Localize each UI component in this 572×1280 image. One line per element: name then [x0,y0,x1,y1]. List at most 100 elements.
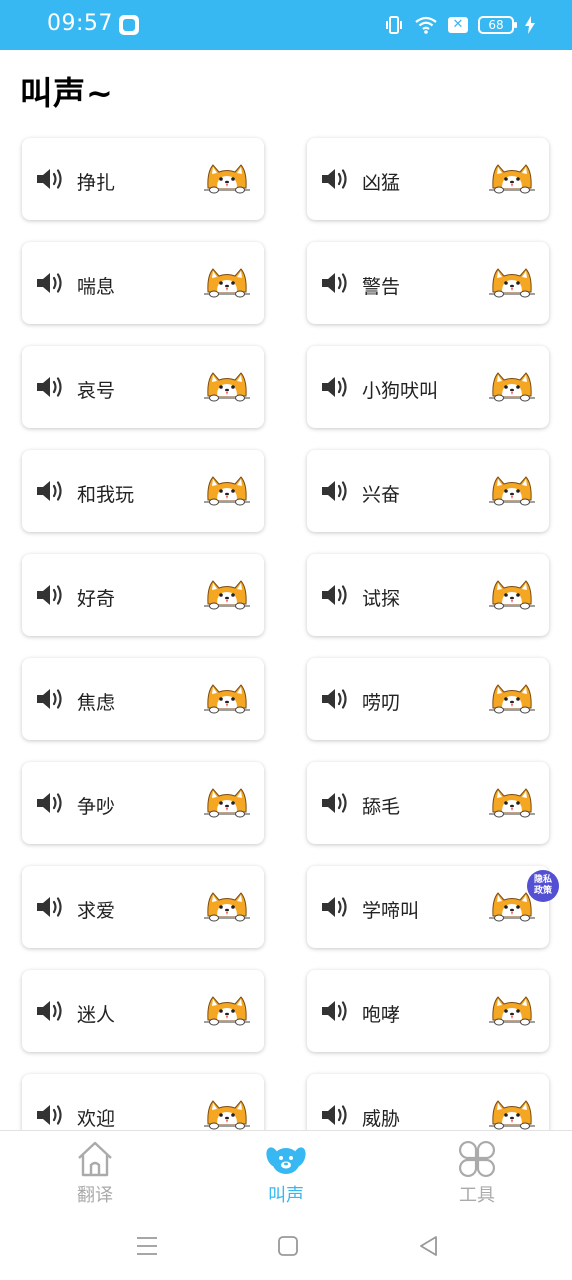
charging-icon [525,16,535,34]
badge-line1: 隐私 [533,875,552,885]
house-icon [78,1141,112,1177]
sound-card[interactable]: 威胁 [307,1074,549,1130]
privacy-policy-badge[interactable]: 隐私 政策 [527,870,559,902]
sound-label: 警告 [362,276,401,298]
puppy-icon [203,578,251,614]
sound-label: 焦虑 [77,692,116,714]
recents-menu-icon[interactable] [135,1234,159,1258]
puppy-icon [203,994,251,1030]
sound-label: 好奇 [77,588,116,610]
puppy-icon [488,370,536,406]
sound-card[interactable]: 兴奋 [307,450,549,532]
vibrate-icon [386,16,402,34]
sim-off-icon: ✕ [448,17,468,33]
back-button-icon[interactable] [417,1234,441,1258]
page-title: 叫声~ [20,74,114,112]
nav-tools[interactable]: 工具 [382,1131,572,1211]
sound-label: 威胁 [362,1108,401,1130]
status-icons: ✕ 68 [384,12,536,38]
sound-card[interactable]: 舔毛 [307,762,549,844]
sound-card[interactable]: 欢迎 [22,1074,264,1130]
battery-icon: 68 [478,16,517,34]
sound-card[interactable]: 好奇 [22,554,264,636]
sound-card[interactable]: 学啼叫 [307,866,549,948]
puppy-icon [488,786,536,822]
speaker-icon[interactable] [320,791,350,815]
speaker-icon[interactable] [35,687,65,711]
sound-label: 舔毛 [362,796,401,818]
sound-card[interactable]: 警告 [307,242,549,324]
sound-label: 迷人 [77,1004,116,1026]
speaker-icon[interactable] [320,999,350,1023]
speaker-icon[interactable] [320,895,350,919]
puppy-icon [203,162,251,198]
sound-label: 争吵 [77,796,116,818]
sound-label: 学啼叫 [362,900,420,922]
nav-bark-label: 叫声 [268,1185,304,1206]
sound-label: 求爱 [77,900,116,922]
speaker-icon[interactable] [35,375,65,399]
nav-translate[interactable]: 翻译 [0,1131,190,1211]
speaker-icon[interactable] [35,479,65,503]
speaker-icon[interactable] [35,791,65,815]
sound-card[interactable]: 小狗吠叫 [307,346,549,428]
speaker-icon[interactable] [35,1103,65,1127]
puppy-icon [488,162,536,198]
puppy-icon [203,890,251,926]
speaker-icon[interactable] [320,375,350,399]
sound-card[interactable]: 唠叨 [307,658,549,740]
dog-icon [266,1147,306,1174]
puppy-icon [488,682,536,718]
speaker-icon[interactable] [35,999,65,1023]
sound-label: 挣扎 [77,172,116,194]
sound-card[interactable]: 哀号 [22,346,264,428]
puppy-icon [488,474,536,510]
sound-label: 试探 [362,588,401,610]
sound-label: 凶猛 [362,172,401,194]
sound-card[interactable]: 咆哮 [307,970,549,1052]
app-notification-icon [119,15,139,35]
clover-icon [458,1140,496,1178]
speaker-icon[interactable] [320,687,350,711]
sound-label: 咆哮 [362,1004,401,1026]
sound-card[interactable]: 试探 [307,554,549,636]
puppy-icon [488,994,536,1030]
sound-card[interactable]: 凶猛 [307,138,549,220]
speaker-icon[interactable] [35,583,65,607]
sound-label: 欢迎 [77,1108,116,1130]
sound-label: 哀号 [77,380,116,402]
nav-bark[interactable]: 叫声 [191,1131,381,1211]
puppy-icon [203,474,251,510]
sound-card[interactable]: 喘息 [22,242,264,324]
speaker-icon[interactable] [320,583,350,607]
sound-card[interactable]: 求爱 [22,866,264,948]
sound-card[interactable]: 挣扎 [22,138,264,220]
puppy-icon [203,682,251,718]
puppy-icon [203,266,251,302]
system-nav-bar [0,1210,572,1280]
speaker-icon[interactable] [35,271,65,295]
status-bar: 09:57 ✕ 68 [0,0,572,50]
nav-tools-label: 工具 [459,1185,495,1206]
sound-label: 喘息 [77,276,116,298]
puppy-icon [203,1098,251,1130]
puppy-icon [203,786,251,822]
wifi-icon [415,16,437,34]
sound-card[interactable]: 焦虑 [22,658,264,740]
status-time: 09:57 [47,11,113,36]
home-button-icon[interactable] [276,1234,300,1258]
speaker-icon[interactable] [320,271,350,295]
sound-card[interactable]: 和我玩 [22,450,264,532]
speaker-icon[interactable] [320,167,350,191]
speaker-icon[interactable] [320,479,350,503]
sound-label: 小狗吠叫 [362,380,439,402]
puppy-icon [488,578,536,614]
speaker-icon[interactable] [35,895,65,919]
sound-card[interactable]: 争吵 [22,762,264,844]
speaker-icon[interactable] [320,1103,350,1127]
sound-card[interactable]: 迷人 [22,970,264,1052]
sound-list[interactable]: 挣扎 凶猛喘息 警告哀号 小狗吠叫和我玩 兴奋好奇 试探焦虑 唠叨争吵 舔毛求爱 学啼叫迷人 咆哮… [0,124,572,1130]
speaker-icon[interactable] [35,167,65,191]
nav-translate-label: 翻译 [77,1185,113,1206]
puppy-icon [203,370,251,406]
